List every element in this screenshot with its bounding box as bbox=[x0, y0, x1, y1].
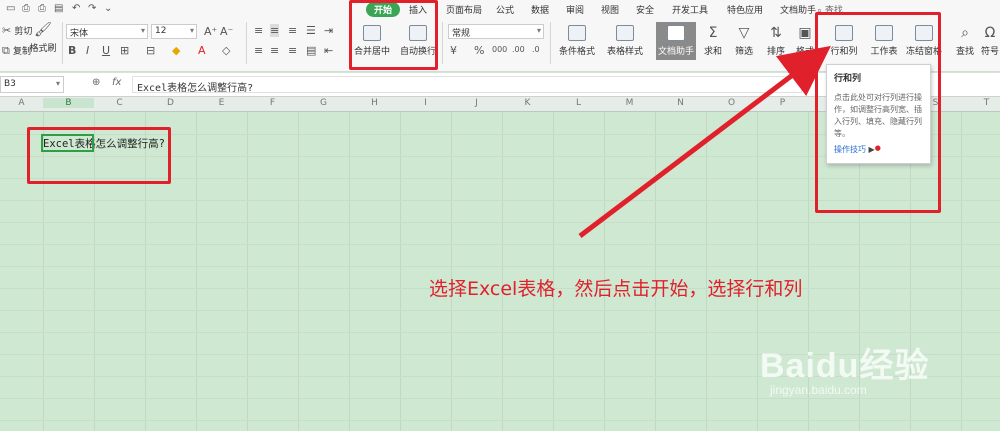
instruction-annotation: 选择Excel表格，然后点击开始，选择行和列 bbox=[429, 278, 803, 300]
baidu-watermark: Baidu经验 jingyan.baidu.com bbox=[760, 338, 929, 397]
watermark-brand: Baidu经验 bbox=[760, 347, 930, 385]
